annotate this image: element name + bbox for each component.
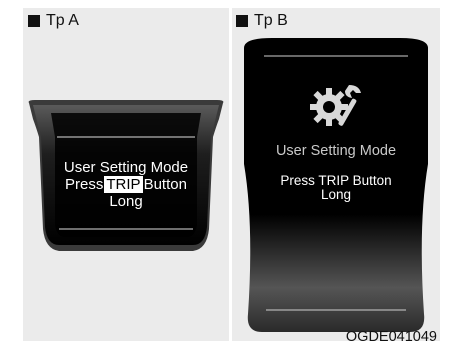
type-b-message: Press TRIP Button Long (280, 173, 392, 202)
figure-code: OGDE041049 (345, 329, 437, 345)
type-b-display: User Setting Mode Press TRIP Button Long (232, 34, 440, 338)
type-b-mode-title: User Setting Mode (275, 143, 397, 159)
square-bullet-icon (236, 15, 248, 27)
type-a-display: User Setting Mode Press TRIP Button Long (23, 97, 229, 254)
type-a-message: User Setting Mode Press TRIP Button Long (63, 159, 189, 210)
type-a-label: Tp A (28, 12, 79, 30)
trip-highlight: TRIP (104, 176, 143, 193)
square-bullet-icon (28, 15, 40, 27)
type-b-label: Tp B (236, 12, 288, 30)
gear-wrench-icon (307, 83, 365, 131)
